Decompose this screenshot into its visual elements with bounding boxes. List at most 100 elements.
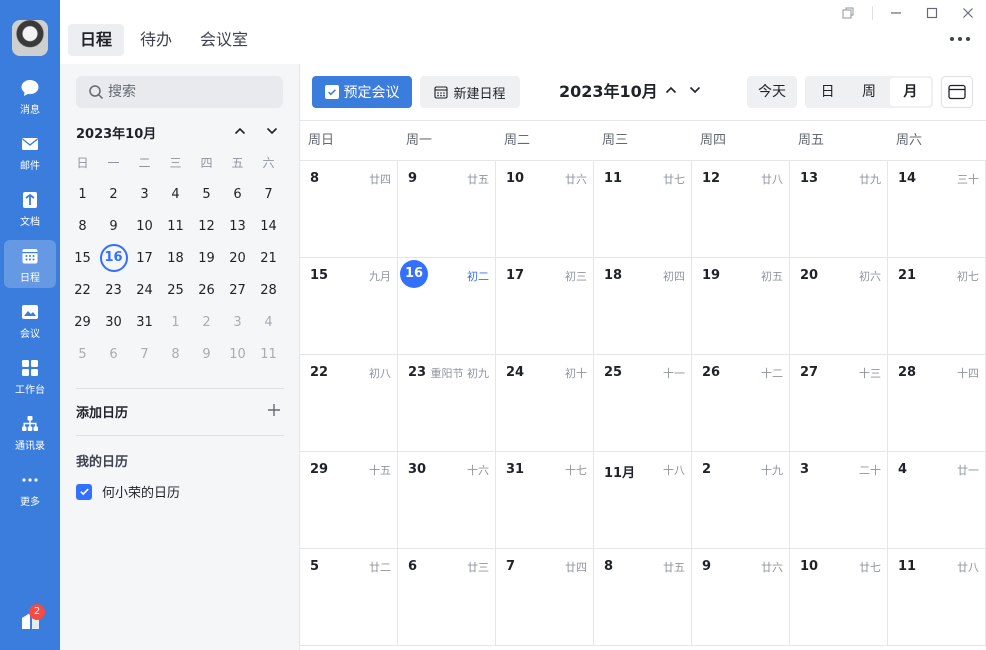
nav-item-meetings[interactable]: 会议	[4, 296, 56, 344]
day-cell[interactable]: 10 廿六	[496, 161, 594, 258]
day-cell[interactable]: 5 廿二	[300, 549, 398, 646]
mini-day[interactable]: 21	[253, 243, 284, 275]
view-day-button[interactable]: 日	[807, 78, 848, 106]
mini-day[interactable]: 29	[67, 307, 98, 339]
close-window-button[interactable]	[956, 2, 980, 24]
day-cell[interactable]: 18 初四	[594, 258, 692, 355]
view-week-button[interactable]: 周	[848, 78, 889, 106]
nav-item-messages[interactable]: 消息	[4, 72, 56, 120]
mini-day[interactable]: 26	[191, 275, 222, 307]
nav-item-contacts[interactable]: 通讯录	[4, 408, 56, 456]
mini-day[interactable]: 9	[98, 211, 129, 243]
mini-day[interactable]: 27	[222, 275, 253, 307]
mini-day[interactable]: 14	[253, 211, 284, 243]
day-cell[interactable]: 17 初三	[496, 258, 594, 355]
day-cell[interactable]: 11 廿七	[594, 161, 692, 258]
mini-day[interactable]: 2	[98, 179, 129, 211]
add-calendar-button[interactable]	[265, 401, 283, 419]
day-cell[interactable]: 8 廿五	[594, 549, 692, 646]
user-avatar[interactable]	[12, 20, 48, 56]
mini-day[interactable]: 1	[160, 307, 191, 339]
mini-day[interactable]: 15	[67, 243, 98, 275]
maximize-button[interactable]	[920, 2, 944, 24]
mini-day[interactable]: 31	[129, 307, 160, 339]
mini-day[interactable]: 4	[253, 307, 284, 339]
day-cell[interactable]: 24 初十	[496, 355, 594, 452]
nav-item-docs[interactable]: 文档	[4, 184, 56, 232]
mini-day[interactable]: 7	[253, 179, 284, 211]
day-cell[interactable]: 6 廿三	[398, 549, 496, 646]
day-cell[interactable]: 30 十六	[398, 452, 496, 549]
mini-day[interactable]: 11	[160, 211, 191, 243]
mini-day[interactable]: 30	[98, 307, 129, 339]
minimize-button[interactable]	[884, 2, 908, 24]
tab-todo[interactable]: 待办	[128, 24, 184, 56]
mini-day[interactable]: 12	[191, 211, 222, 243]
tab-meeting-room[interactable]: 会议室	[188, 24, 260, 56]
day-cell[interactable]: 10 廿七	[790, 549, 888, 646]
day-cell[interactable]: 8 廿四	[300, 161, 398, 258]
day-cell[interactable]: 21 初七	[888, 258, 986, 355]
day-cell-today[interactable]: 16 初二	[398, 258, 496, 355]
day-cell[interactable]: 9 廿六	[692, 549, 790, 646]
mini-day[interactable]: 25	[160, 275, 191, 307]
book-meeting-button[interactable]: 预定会议	[312, 76, 412, 108]
day-cell[interactable]: 15 九月	[300, 258, 398, 355]
nav-item-workbench[interactable]: 工作台	[4, 352, 56, 400]
day-cell[interactable]: 13 廿九	[790, 161, 888, 258]
mini-next-month-button[interactable]	[263, 122, 281, 140]
mini-day[interactable]: 24	[129, 275, 160, 307]
mini-day[interactable]: 9	[191, 339, 222, 371]
calendar-checkbox[interactable]	[76, 483, 92, 500]
day-cell[interactable]: 3 二十	[790, 452, 888, 549]
day-cell[interactable]: 4 廿一	[888, 452, 986, 549]
mini-day[interactable]: 7	[129, 339, 160, 371]
mini-day[interactable]: 18	[160, 243, 191, 275]
more-options-button[interactable]	[948, 30, 972, 50]
day-cell[interactable]: 22 初八	[300, 355, 398, 452]
search-input[interactable]	[108, 84, 268, 100]
mini-day[interactable]: 1	[67, 179, 98, 211]
mini-day[interactable]: 6	[98, 339, 129, 371]
day-cell[interactable]: 19 初五	[692, 258, 790, 355]
mini-day[interactable]: 10	[222, 339, 253, 371]
mini-day[interactable]: 23	[98, 275, 129, 307]
mini-day[interactable]: 2	[191, 307, 222, 339]
mini-day[interactable]: 5	[191, 179, 222, 211]
day-cell[interactable]: 31 十七	[496, 452, 594, 549]
mini-day[interactable]: 3	[222, 307, 253, 339]
day-cell[interactable]: 26 十二	[692, 355, 790, 452]
day-cell[interactable]: 28 十四	[888, 355, 986, 452]
view-month-button[interactable]: 月	[889, 78, 931, 106]
mini-day[interactable]: 8	[67, 211, 98, 243]
mini-day[interactable]: 17	[129, 243, 160, 275]
mini-day[interactable]: 10	[129, 211, 160, 243]
mini-day[interactable]: 11	[253, 339, 284, 371]
day-cell[interactable]: 11月 十八	[594, 452, 692, 549]
mini-day[interactable]: 4	[160, 179, 191, 211]
mini-day[interactable]: 6	[222, 179, 253, 211]
mini-day[interactable]: 20	[222, 243, 253, 275]
search-box[interactable]	[76, 76, 283, 108]
day-cell[interactable]: 11 廿八	[888, 549, 986, 646]
day-cell[interactable]: 20 初六	[790, 258, 888, 355]
mini-day-today[interactable]: 16	[98, 243, 129, 275]
new-event-button[interactable]: 新建日程	[420, 76, 520, 108]
mini-day[interactable]: 5	[67, 339, 98, 371]
mini-day[interactable]: 13	[222, 211, 253, 243]
nav-item-calendar[interactable]: 日程	[4, 240, 56, 288]
prev-month-button[interactable]	[663, 82, 679, 98]
day-cell[interactable]: 27 十三	[790, 355, 888, 452]
mini-day[interactable]: 8	[160, 339, 191, 371]
nav-item-more[interactable]: 更多	[4, 464, 56, 512]
day-cell[interactable]: 9 廿五	[398, 161, 496, 258]
popout-window-button[interactable]	[836, 2, 860, 24]
today-button[interactable]: 今天	[747, 76, 797, 108]
day-cell[interactable]: 23 重阳节 初九	[398, 355, 496, 452]
day-cell[interactable]: 7 廿四	[496, 549, 594, 646]
my-calendar-item[interactable]: 何小荣的日历	[76, 482, 180, 501]
sidebar-toggle-button[interactable]	[941, 76, 973, 108]
day-cell[interactable]: 12 廿八	[692, 161, 790, 258]
mini-day[interactable]: 28	[253, 275, 284, 307]
nav-item-mail[interactable]: 邮件	[4, 128, 56, 176]
